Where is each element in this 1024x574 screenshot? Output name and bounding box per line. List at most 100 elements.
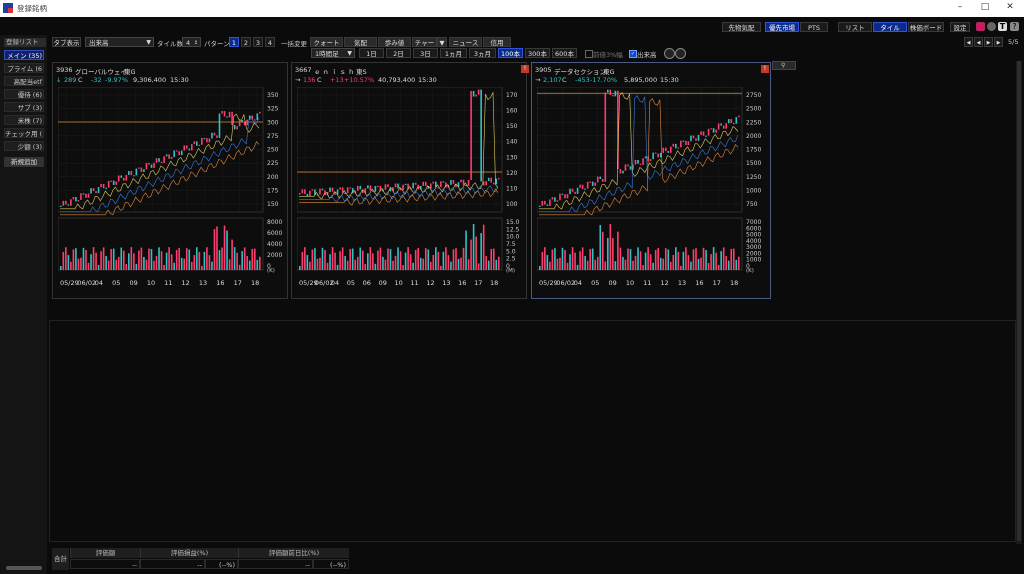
stop-high-checkbox[interactable]	[585, 50, 593, 58]
zoom-in-icon[interactable]	[664, 48, 675, 59]
period-3m-button[interactable]: 3ヵ月	[469, 48, 496, 58]
y-tick-label: 225	[267, 160, 279, 167]
pattern-2-button[interactable]: 2	[241, 37, 251, 47]
candle	[682, 140, 685, 142]
volume-bar	[253, 248, 256, 270]
candle	[492, 182, 495, 185]
volume-bar	[556, 258, 559, 270]
sidebar-item-main[interactable]: メイン (35)	[4, 50, 44, 60]
first-page-icon[interactable]: ◀	[964, 37, 973, 47]
volume-bar	[216, 226, 218, 270]
help-icon[interactable]: ?	[1010, 22, 1019, 31]
scrollbar-thumb[interactable]	[1017, 61, 1021, 541]
ticks-view-button[interactable]: 歩み値	[378, 37, 411, 47]
chart-dropdown-button[interactable]: ▼	[437, 37, 447, 47]
list-view-button[interactable]: リスト	[838, 22, 872, 32]
volume-bar	[196, 247, 198, 270]
volume-bar	[65, 247, 67, 270]
sidebar-scrollbar[interactable]	[6, 566, 42, 570]
y-tick-label: 200	[267, 174, 279, 181]
quote-view-button[interactable]: クォート	[310, 37, 343, 47]
sidebar-item-prime[interactable]: プライム (6	[4, 63, 44, 73]
volume-bar	[238, 264, 241, 270]
period-2d-button[interactable]: 2日	[386, 48, 411, 58]
stock-tile-3[interactable]: 3905 データセクション 東G → 2,107 C -453 -17.70% …	[531, 62, 771, 299]
volume-bar	[374, 263, 377, 270]
candle	[470, 91, 472, 180]
tile-market: 東S	[356, 68, 367, 76]
candle	[424, 181, 427, 186]
volume-bar	[399, 251, 402, 270]
priority-market-button[interactable]: 優先市場	[765, 22, 799, 32]
period-1d-button[interactable]: 1日	[359, 48, 384, 58]
y-tick-label: 2250	[746, 119, 761, 126]
sidebar-item-us-stocks[interactable]: 米株 (7)	[4, 115, 44, 125]
board-view-button[interactable]: 気配	[344, 37, 377, 47]
pattern-4-button[interactable]: 4	[265, 37, 275, 47]
sidebar-item-check[interactable]: チェック用 (	[4, 128, 44, 138]
news-view-button[interactable]: ニュース	[449, 37, 482, 47]
vol-tick-label: 6000	[267, 230, 282, 237]
tab-display-button[interactable]: タブ表示	[52, 37, 81, 47]
stock-tile-1[interactable]: 3936 グローバルウェイ 東G ↓ 289 C -32 -9.97% 9,30…	[52, 62, 288, 299]
volume-checkbox[interactable]: ✓	[629, 50, 637, 58]
chart-view-button[interactable]: チャート	[412, 37, 437, 57]
margin-view-button[interactable]: 信用	[483, 37, 511, 47]
bars-100-button[interactable]: 100本	[498, 48, 523, 58]
zoom-out-icon[interactable]	[675, 48, 686, 59]
tile-view-button[interactable]: タイル	[873, 22, 907, 32]
link-icon[interactable]	[976, 22, 985, 31]
period-1m-button[interactable]: 1ヵ月	[440, 48, 467, 58]
stock-board-button[interactable]: 株価ボード	[908, 22, 944, 32]
add-tile-search[interactable]: ⚲	[772, 61, 796, 70]
volume-bar	[601, 231, 604, 270]
maximize-icon[interactable]: □	[975, 2, 995, 12]
period-3d-button[interactable]: 3日	[413, 48, 438, 58]
sort-select[interactable]: 出来高 ▼	[85, 37, 154, 47]
timeframe-select[interactable]: 1時間足 ▼	[311, 48, 355, 58]
pts-button[interactable]: PTS	[800, 22, 828, 32]
stock-tile-2[interactable]: 3667 ｅｎｉｓｈ 東S → 136 C +13 +10.57% 40,793…	[291, 62, 529, 299]
candle	[551, 197, 554, 200]
bars-600-button[interactable]: 600本	[552, 48, 577, 58]
candle	[90, 188, 92, 194]
value-valuation-change: --	[238, 559, 313, 569]
pattern-1-button[interactable]: 1	[229, 37, 239, 47]
last-page-icon[interactable]: ▶	[994, 37, 1003, 47]
add-list-button[interactable]: 新規追加	[4, 157, 44, 167]
sidebar-item-benefits[interactable]: 優待 (6)	[4, 89, 44, 99]
x-tick-label: 11	[643, 279, 651, 287]
x-tick-label: 11	[164, 279, 172, 287]
main-scrollbar[interactable]	[1016, 61, 1022, 544]
candle	[203, 138, 206, 140]
sidebar-item-high-dividend[interactable]: 高配当etf	[4, 76, 44, 86]
volume-bar	[246, 256, 249, 270]
gear-icon[interactable]	[987, 22, 996, 31]
candle	[259, 111, 261, 114]
alert-icon[interactable]: !	[761, 65, 769, 73]
x-tick-label: 04	[331, 279, 339, 287]
settings-button[interactable]: 設定	[950, 22, 970, 32]
stop-high-label: 前値3%幅	[593, 51, 623, 59]
close-icon[interactable]: ✕	[1000, 2, 1020, 12]
alert-icon[interactable]: !	[521, 65, 529, 73]
candle	[349, 187, 351, 189]
candle	[319, 188, 321, 195]
pattern-3-button[interactable]: 3	[253, 37, 263, 47]
sidebar-item-sub[interactable]: サブ (3)	[4, 102, 44, 112]
next-page-icon[interactable]: ▶	[984, 37, 993, 47]
volume-bar	[75, 248, 77, 270]
text-size-icon[interactable]: T	[998, 22, 1007, 31]
sidebar-item-small[interactable]: 少額 (3)	[4, 141, 44, 151]
x-tick-label: 12	[661, 279, 669, 287]
prev-page-icon[interactable]: ◀	[974, 37, 983, 47]
volume-bar	[306, 255, 309, 270]
volume-bar	[110, 248, 112, 270]
tile-count-stepper[interactable]: 4 ↕	[182, 37, 201, 47]
stepper-arrows-icon: ↕	[193, 40, 198, 46]
minimize-icon[interactable]: –	[950, 2, 970, 12]
futures-quote-button[interactable]: 先物気配	[722, 22, 761, 32]
volume-bar	[566, 262, 569, 270]
bars-300-button[interactable]: 300本	[525, 48, 550, 58]
volume-bar	[639, 251, 642, 270]
